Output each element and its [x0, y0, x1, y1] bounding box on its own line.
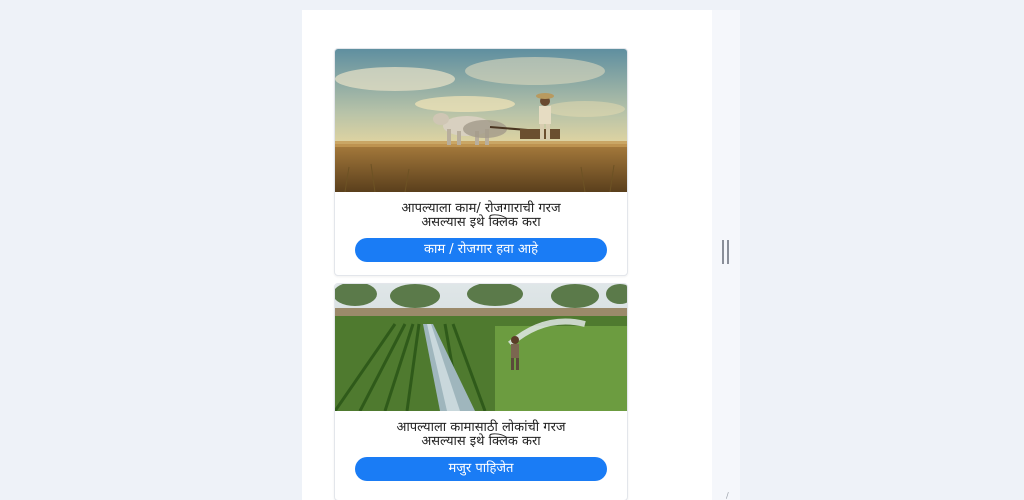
- labour-needed-card: आपल्याला कामासाठी लोकांची गरज असल्यास इथ…: [334, 283, 628, 500]
- farmer-ploughing-image: [335, 49, 627, 192]
- need-labour-button[interactable]: मजुर पाहिजेत: [355, 457, 607, 481]
- need-work-button[interactable]: काम / रोजगार हवा आहे: [355, 238, 607, 262]
- farm-irrigation-image: [335, 284, 627, 411]
- job-seeker-card: आपल्याला काम/ रोजगाराची गरज असल्यास इथे …: [334, 48, 628, 276]
- labour-needed-description: आपल्याला कामासाठी लोकांची गरज असल्यास इथ…: [396, 420, 566, 449]
- resize-corner-icon: ∕: [726, 491, 729, 500]
- job-seeker-description: आपल्याला काम/ रोजगाराची गरज असल्यास इथे …: [401, 201, 561, 230]
- resize-handle-icon[interactable]: [722, 240, 730, 264]
- main-panel: आपल्याला काम/ रोजगाराची गरज असल्यास इथे …: [302, 10, 712, 500]
